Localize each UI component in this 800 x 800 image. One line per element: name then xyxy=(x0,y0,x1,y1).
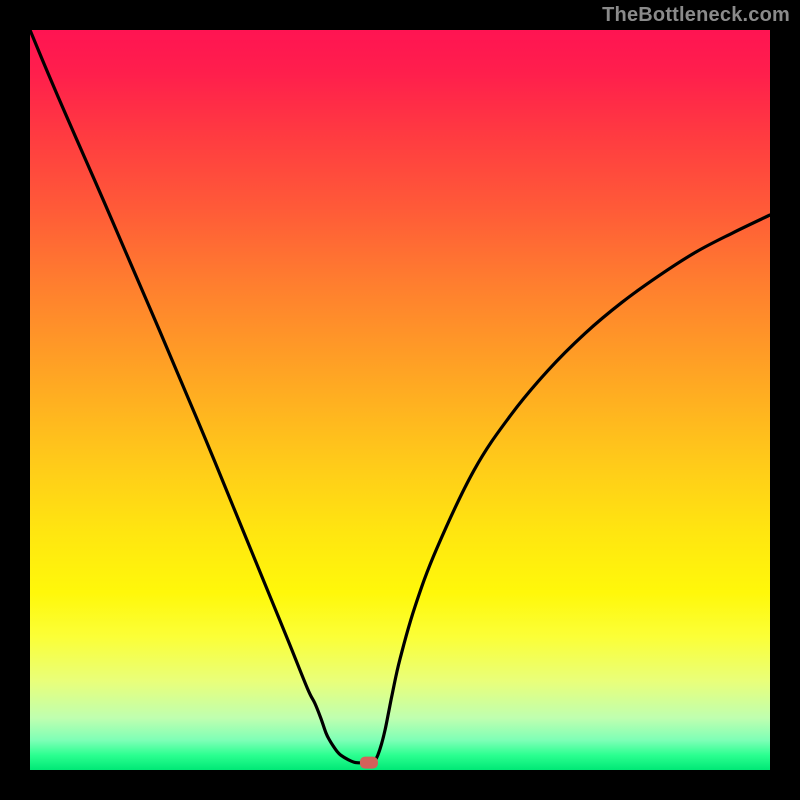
chart-svg xyxy=(30,30,770,770)
plot-area xyxy=(30,30,770,770)
chart-frame: TheBottleneck.com xyxy=(0,0,800,800)
minimum-marker xyxy=(360,757,378,769)
curve-left-branch xyxy=(30,30,363,763)
watermark-text: TheBottleneck.com xyxy=(602,4,790,27)
curve-right-branch xyxy=(374,215,770,763)
